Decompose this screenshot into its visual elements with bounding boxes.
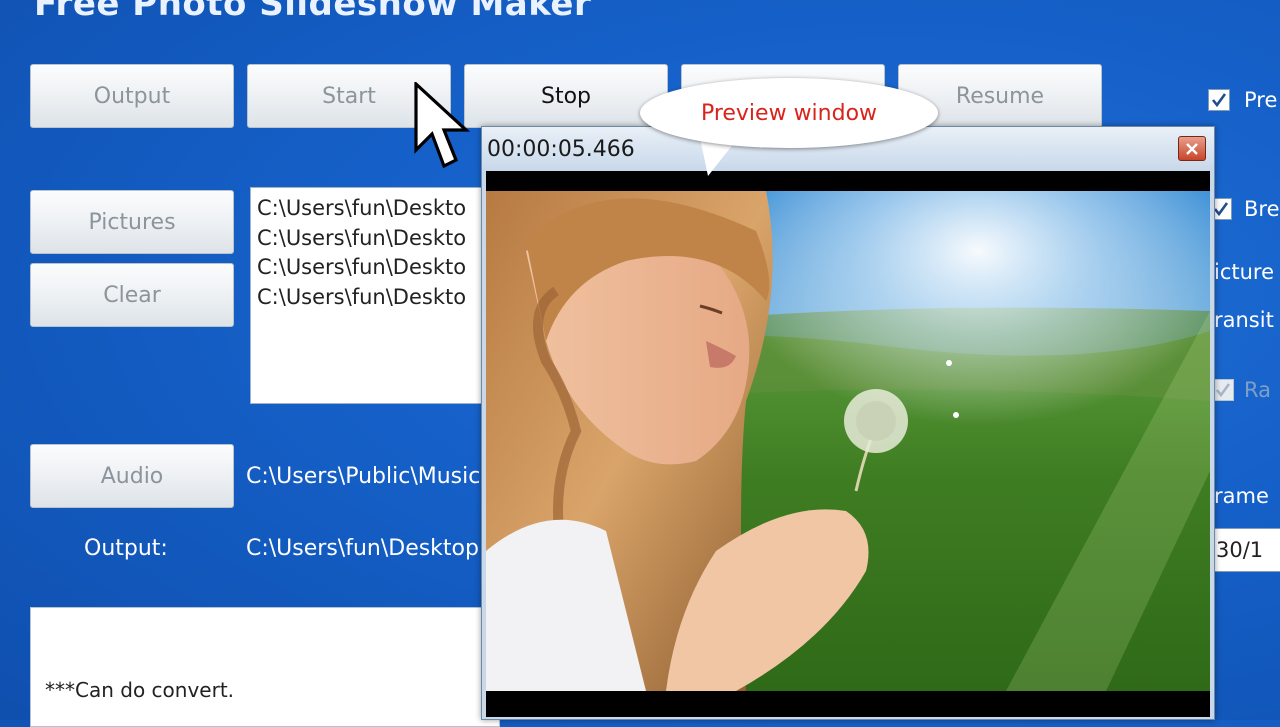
list-item[interactable]: C:\Users\fun\Deskto xyxy=(257,253,499,283)
list-item[interactable]: C:\Users\fun\Deskto xyxy=(257,283,499,313)
transition-label: ransit xyxy=(1214,308,1274,332)
close-button[interactable] xyxy=(1178,136,1206,161)
random-checkbox[interactable] xyxy=(1212,379,1234,401)
break-checkbox-label: Bre xyxy=(1244,197,1280,221)
preview-video-image xyxy=(486,171,1210,717)
log-message: ***Can do convert. xyxy=(45,678,235,702)
checkmark-icon xyxy=(1215,383,1231,398)
audio-path: C:\Users\Public\Music xyxy=(246,464,481,489)
callout-text: Preview window xyxy=(700,100,878,126)
checkmark-icon xyxy=(1211,93,1227,108)
list-item[interactable]: C:\Users\fun\Deskto xyxy=(257,194,499,224)
log-box: ***Can do convert. xyxy=(30,607,500,727)
output-path: C:\Users\fun\Desktop xyxy=(246,536,479,561)
preview-window-callout: Preview window xyxy=(640,78,938,148)
video-frame xyxy=(486,171,1210,717)
preview-window[interactable]: 00:00:05.466 xyxy=(481,126,1215,720)
close-icon xyxy=(1186,142,1198,155)
pictures-duration-label: icture xyxy=(1214,260,1275,284)
frame-rate-label: rame xyxy=(1214,484,1269,508)
picture-list[interactable]: C:\Users\fun\Deskto C:\Users\fun\Deskto … xyxy=(250,187,500,404)
frame-rate-input[interactable]: 30/1 xyxy=(1212,528,1280,572)
output-label: Output: xyxy=(84,536,168,561)
app-title: Free Photo Slideshow Maker xyxy=(34,0,592,24)
preview-checkbox-label: Pre xyxy=(1244,88,1278,112)
stop-button[interactable]: Stop xyxy=(464,64,668,128)
preview-timestamp: 00:00:05.466 xyxy=(487,137,635,162)
preview-checkbox[interactable] xyxy=(1208,89,1230,111)
clear-button[interactable]: Clear xyxy=(30,263,234,327)
mouse-cursor-icon xyxy=(414,82,470,169)
audio-button[interactable]: Audio xyxy=(30,444,234,508)
list-item[interactable]: C:\Users\fun\Deskto xyxy=(257,224,499,254)
pictures-button[interactable]: Pictures xyxy=(30,190,234,254)
random-checkbox-label: Ra xyxy=(1244,378,1271,402)
output-button[interactable]: Output xyxy=(30,64,234,128)
